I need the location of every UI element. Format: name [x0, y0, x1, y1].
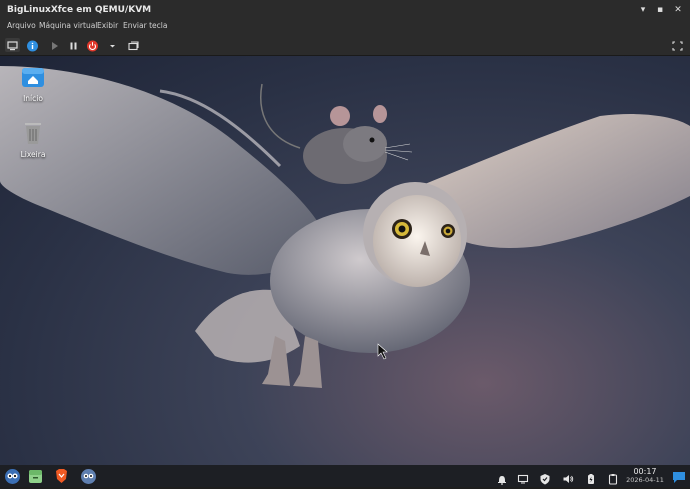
menu-exibir[interactable]: Exibir [97, 21, 118, 30]
speaker-icon [563, 475, 574, 483]
desktop-icon-label: Lixeira [20, 150, 46, 159]
owl-app-icon [81, 469, 96, 484]
menu-maquina-virtual[interactable]: Máquina virtual [39, 21, 97, 30]
battery-charging-icon [588, 474, 594, 484]
app-window: BigLinuxXfce em QEMU/KVM ▾ ▪ ✕ Arquivo M… [0, 0, 690, 487]
window-title: BigLinuxXfce em QEMU/KVM [7, 5, 152, 15]
file-cabinet-icon [29, 470, 42, 483]
app-launcher-button[interactable] [80, 468, 97, 485]
guest-taskbar: 00:17 2026-04-11 [0, 465, 690, 487]
snapshot-icon [128, 41, 139, 51]
wallpaper-owl-mouse [0, 66, 690, 388]
shutdown-button[interactable] [85, 38, 100, 52]
menu-bar: Arquivo Máquina virtual Exibir Enviar te… [0, 20, 690, 34]
home-folder-icon [22, 68, 44, 87]
fullscreen-icon [672, 41, 683, 51]
menu-arquivo[interactable]: Arquivo [7, 21, 36, 30]
power-icon [87, 40, 98, 52]
show-desktop-button[interactable] [672, 469, 686, 483]
title-bar[interactable]: BigLinuxXfce em QEMU/KVM ▾ ▪ ✕ [0, 0, 690, 20]
details-view-button[interactable] [25, 38, 40, 52]
fullscreen-button[interactable] [670, 38, 685, 52]
snapshots-button[interactable] [126, 38, 141, 52]
minimize-icon[interactable]: ▾ [636, 3, 650, 17]
chevron-down-icon [110, 45, 115, 48]
pause-button[interactable] [66, 38, 81, 52]
bell-icon [498, 476, 506, 485]
desktop-icon-label: Início [23, 94, 43, 103]
clock-time: 00:17 [633, 467, 657, 476]
display-tray[interactable] [517, 470, 529, 484]
monitor-icon [7, 41, 18, 51]
toolbar [0, 34, 690, 56]
file-manager-button[interactable] [28, 468, 43, 484]
brave-lion-icon [56, 469, 67, 483]
battery-tray[interactable] [585, 470, 597, 484]
screen-icon [517, 474, 529, 484]
menu-enviar-tecla[interactable]: Enviar tecla [123, 21, 167, 30]
info-icon [27, 40, 38, 52]
notifications-tray[interactable] [496, 470, 508, 485]
close-icon[interactable]: ✕ [671, 3, 685, 17]
play-icon [52, 42, 58, 50]
volume-tray[interactable] [562, 470, 574, 483]
chat-bubble-icon [673, 472, 685, 483]
clock-date: 2026-04-11 [626, 476, 664, 484]
desktop-icon-inicio[interactable]: Início [13, 65, 53, 103]
run-button[interactable] [47, 38, 62, 52]
vm-display[interactable]: Início Lixeira [0, 56, 690, 465]
app-menu-button[interactable] [4, 468, 21, 485]
console-view-button[interactable] [5, 38, 20, 52]
clipboard-icon [608, 474, 618, 485]
trash-icon [25, 123, 41, 144]
desktop-icon-lixeira[interactable]: Lixeira [13, 120, 53, 159]
pause-icon [70, 42, 77, 50]
shield-check-icon [540, 474, 550, 485]
clock[interactable]: 00:17 2026-04-11 [625, 467, 665, 484]
maximize-icon[interactable]: ▪ [653, 3, 667, 17]
biglinux-logo-icon [5, 469, 20, 484]
brave-browser-button[interactable] [54, 468, 69, 484]
clipboard-tray[interactable] [607, 470, 619, 485]
security-tray[interactable] [539, 470, 551, 485]
shutdown-menu-button[interactable] [105, 38, 120, 52]
